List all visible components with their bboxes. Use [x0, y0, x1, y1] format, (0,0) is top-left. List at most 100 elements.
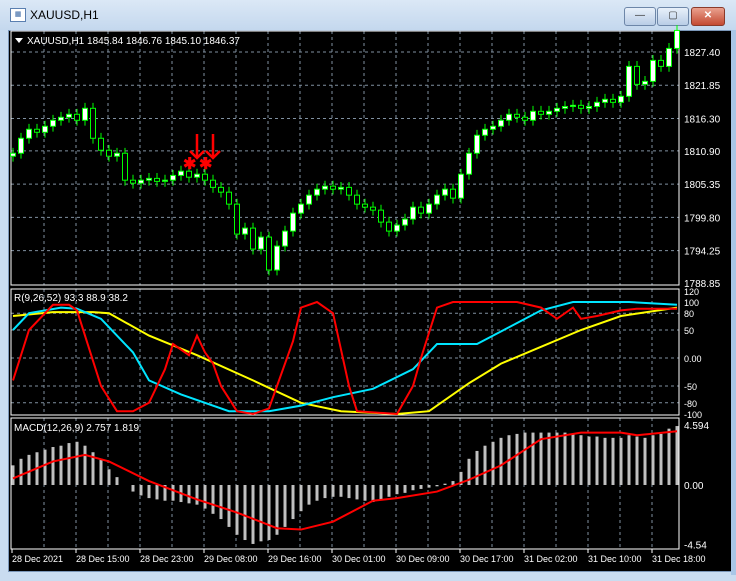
time-label: 30 Dec 01:00 [332, 554, 386, 564]
candle-body [298, 203, 304, 214]
macd-signal-line [12, 430, 678, 531]
candle-body [130, 179, 136, 184]
candle-body [314, 188, 320, 196]
time-label: 31 Dec 10:00 [588, 554, 642, 564]
candle-body [466, 152, 472, 175]
macd-histogram-bar [667, 428, 671, 485]
macd-histogram-bar [635, 436, 639, 485]
candle-body [666, 47, 672, 67]
candle-body [618, 95, 624, 103]
macd-histogram-bar [547, 432, 551, 485]
macd-histogram-bar [67, 443, 71, 485]
rsi-panel-frame [10, 288, 680, 416]
candle-body [66, 113, 72, 118]
rsi-tick-label: -50 [684, 382, 697, 392]
price-tick-label: 1821.85 [684, 81, 721, 92]
collapse-triangle-icon[interactable] [15, 38, 23, 43]
candle-body [546, 110, 552, 115]
time-label: 29 Dec 08:00 [204, 554, 258, 564]
macd-histogram-bar [307, 485, 311, 505]
macd-histogram-bar [227, 485, 231, 527]
time-label: 29 Dec 16:00 [268, 554, 322, 564]
candle-body [442, 188, 448, 196]
candle-body [674, 29, 680, 49]
candle-body [634, 65, 640, 85]
macd-tick-label: 4.594 [684, 421, 709, 432]
candle-body [658, 59, 664, 67]
candle-body [530, 110, 536, 121]
macd-histogram-bar [243, 485, 247, 541]
macd-histogram-bar [523, 432, 527, 485]
candle-body [378, 209, 384, 223]
candle-body [58, 116, 64, 121]
candle-body [490, 125, 496, 130]
macd-histogram-bar [475, 450, 479, 485]
macd-histogram-bar [323, 485, 327, 499]
rsi-tick-label: -80 [684, 399, 697, 409]
candle-body [410, 206, 416, 220]
macd-histogram-bar [27, 454, 31, 485]
candle-body [18, 137, 24, 154]
signal-arrow-down-icon [205, 134, 221, 160]
candle-body [10, 152, 16, 157]
macd-histogram-bar [299, 485, 303, 512]
macd-histogram-bar [491, 441, 495, 485]
candle-body [642, 80, 648, 85]
candle-body [82, 107, 88, 121]
rsi-tick-label: 120 [684, 287, 699, 297]
candle-body [50, 119, 56, 127]
rsi-tick-label: 100 [684, 298, 699, 308]
candle-body [650, 59, 656, 82]
candle-body [90, 107, 96, 139]
macd-histogram-bar [579, 435, 583, 485]
macd-panel-frame [10, 417, 680, 550]
candle-body [274, 245, 280, 271]
candle-body [434, 194, 440, 205]
candle-body [538, 110, 544, 115]
macd-histogram-bar [219, 485, 223, 520]
candle-body [362, 203, 368, 208]
candle-body [226, 191, 232, 205]
macd-histogram-bar [235, 485, 239, 535]
price-tick-label: 1827.40 [684, 48, 721, 59]
time-label: 30 Dec 09:00 [396, 554, 450, 564]
chart-canvas[interactable]: ✱ ✱ XAUUSD,H1 1845.84 1846.76 1845.10 184… [0, 0, 736, 581]
macd-histogram-bar [443, 483, 447, 485]
candle-body [458, 173, 464, 199]
macd-histogram-bar [587, 436, 591, 485]
macd-histogram-bar [19, 458, 23, 485]
macd-histogram-bar [371, 485, 375, 503]
macd-histogram-bar [83, 445, 87, 485]
macd-histogram-bar [363, 485, 367, 501]
candle-body [426, 203, 432, 214]
candle-body [498, 119, 504, 127]
candle-body [250, 227, 256, 250]
macd-histogram-bar [411, 485, 415, 491]
candle-body [562, 106, 568, 109]
time-label: 28 Dec 15:00 [76, 554, 130, 564]
macd-histogram-bar [155, 485, 159, 500]
macd-histogram-bar [339, 485, 343, 497]
candle-body [218, 186, 224, 193]
candle-body [474, 134, 480, 154]
macd-histogram-bar [107, 469, 111, 485]
candle-body [34, 128, 40, 133]
candle-body [170, 174, 176, 181]
macd-histogram-bar [619, 437, 623, 485]
macd-histogram-bar [347, 485, 351, 499]
candle-body [570, 104, 576, 108]
macd-histogram-bar [291, 485, 295, 520]
rsi-panel-header: R(9,26,52) 93.3 88.9 38.2 [14, 293, 128, 304]
candle-body [42, 125, 48, 133]
candle-body [266, 236, 272, 271]
rsi-tick-label: -100 [684, 410, 702, 420]
macd-histogram-bar [531, 432, 535, 485]
rsi-mid-line [12, 301, 678, 413]
macd-histogram-bar [187, 485, 191, 504]
time-label: 31 Dec 18:00 [652, 554, 706, 564]
price-panel-frame [10, 30, 680, 286]
macd-tick-label: -4.54 [684, 540, 707, 551]
macd-histogram-bar [195, 485, 199, 505]
macd-histogram-bar [643, 437, 647, 485]
macd-tick-label: 0.00 [684, 481, 704, 492]
